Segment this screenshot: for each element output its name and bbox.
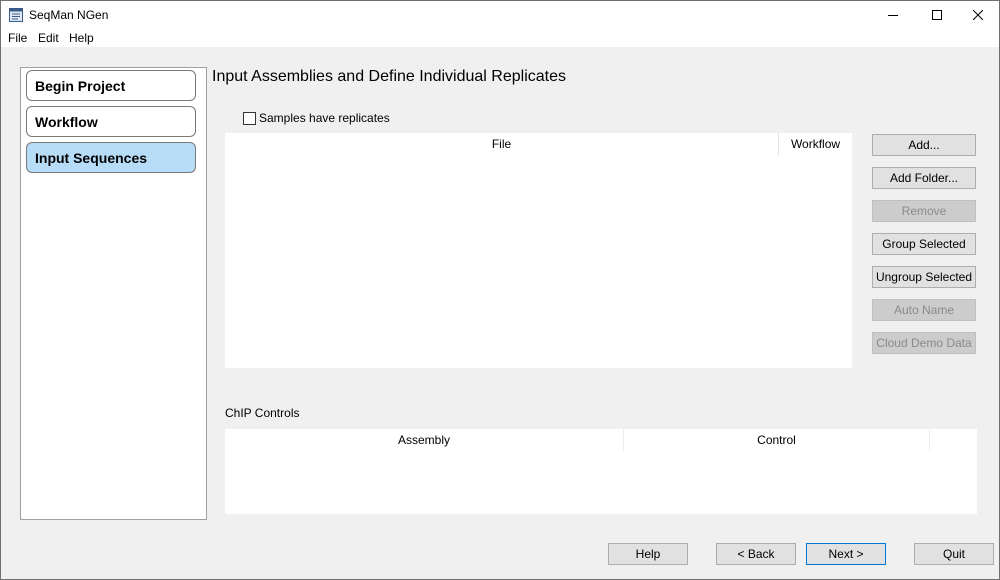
replicates-checkbox[interactable]: [243, 111, 256, 125]
menu-bar: File Edit Help: [1, 29, 999, 47]
auto-name-button[interactable]: Auto Name: [872, 299, 976, 321]
chip-controls-table[interactable]: Assembly Control: [225, 429, 977, 514]
chip-controls-label: ChIP Controls: [225, 406, 300, 420]
app-window: SeqMan NGen File Edit Help Begin Project…: [0, 0, 1000, 580]
menu-file[interactable]: File: [8, 31, 27, 45]
help-button[interactable]: Help: [608, 543, 688, 565]
maximize-icon: [932, 10, 942, 20]
menu-help[interactable]: Help: [69, 31, 94, 45]
minimize-icon: [888, 10, 898, 20]
group-selected-button[interactable]: Group Selected: [872, 233, 976, 255]
column-header-file[interactable]: File: [225, 133, 779, 155]
add-button[interactable]: Add...: [872, 134, 976, 156]
menu-edit[interactable]: Edit: [38, 31, 59, 45]
nav-step-workflow[interactable]: Workflow: [26, 106, 196, 137]
page-title: Input Assemblies and Define Individual R…: [212, 68, 566, 85]
app-window-icon: [9, 8, 23, 22]
ungroup-selected-button[interactable]: Ungroup Selected: [872, 266, 976, 288]
next-button[interactable]: Next >: [806, 543, 886, 565]
nav-step-begin-project[interactable]: Begin Project: [26, 70, 196, 101]
replicates-checkbox-row[interactable]: Samples have replicates: [243, 111, 390, 125]
cloud-demo-data-button[interactable]: Cloud Demo Data: [872, 332, 976, 354]
maximize-button[interactable]: [914, 1, 960, 29]
remove-button[interactable]: Remove: [872, 200, 976, 222]
close-icon: [973, 10, 983, 20]
wizard-step-panel: Begin Project Workflow Input Sequences: [20, 67, 207, 520]
minimize-button[interactable]: [870, 1, 916, 29]
replicates-checkbox-label: Samples have replicates: [259, 111, 390, 125]
column-header-workflow[interactable]: Workflow: [779, 133, 852, 155]
file-table[interactable]: File Workflow: [225, 133, 852, 368]
close-button[interactable]: [955, 1, 1000, 29]
title-bar: SeqMan NGen: [1, 1, 999, 29]
add-folder-button[interactable]: Add Folder...: [872, 167, 976, 189]
nav-step-input-sequences[interactable]: Input Sequences: [26, 142, 196, 173]
quit-button[interactable]: Quit: [914, 543, 994, 565]
column-header-control[interactable]: Control: [624, 429, 930, 451]
back-button[interactable]: < Back: [716, 543, 796, 565]
window-title: SeqMan NGen: [29, 8, 109, 22]
column-header-assembly[interactable]: Assembly: [225, 429, 624, 451]
